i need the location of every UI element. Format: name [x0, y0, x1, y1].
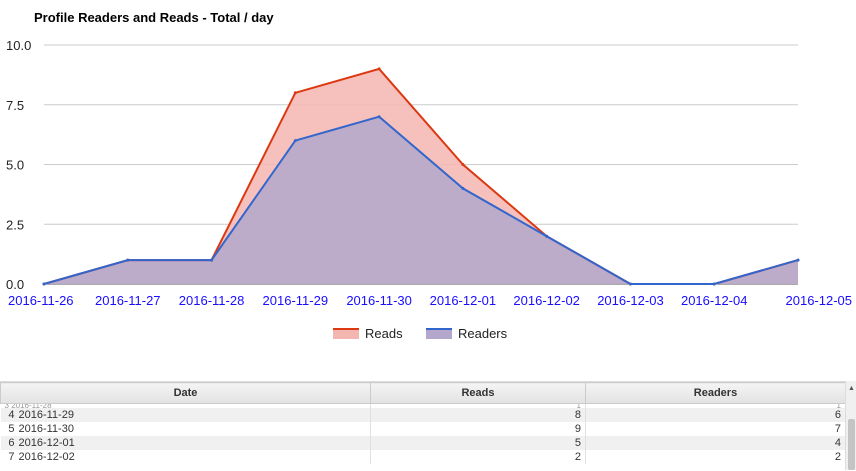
table-cell-readers: 6	[585, 408, 846, 422]
table-cell-reads: 9	[370, 422, 586, 436]
point-readers	[210, 258, 214, 262]
y-tick-label: 5.0	[6, 158, 24, 173]
x-tick-label: 2016-12-05	[786, 293, 853, 308]
legend-swatch-reads	[333, 329, 359, 339]
table-row[interactable]: 7 2016-12-02 2 2	[0, 450, 846, 464]
series-areas	[44, 68, 798, 285]
row-index: 4	[8, 409, 15, 421]
area-chart: 0.02.55.07.510.0 2016-11-26 2016-11-27 201…	[6, 38, 852, 341]
table-row[interactable]: 4 2016-11-29 8 6	[0, 408, 846, 422]
point-readers	[461, 186, 465, 190]
column-header-date[interactable]: Date	[0, 382, 371, 404]
x-tick-label: 2016-11-27	[95, 293, 161, 308]
point-readers	[293, 139, 297, 143]
table-header-row: Date Reads Readers	[0, 382, 846, 404]
x-tick-label: 2016-12-02	[513, 293, 580, 308]
point-reads	[377, 67, 381, 71]
row-index: 7	[8, 451, 15, 463]
row-date: 2016-12-01	[18, 437, 75, 449]
table-cell-reads: 5	[370, 436, 586, 450]
scroll-up-icon[interactable]: ▲	[848, 385, 855, 392]
point-readers	[126, 258, 130, 262]
point-readers	[628, 282, 632, 286]
x-tick-label: 2016-11-30	[346, 293, 412, 308]
table-scrollbar[interactable]: ▲	[845, 381, 856, 470]
data-table-container[interactable]: Date Reads Readers 3 2016-11-28 1 1 4 201…	[0, 381, 856, 471]
column-header-reads[interactable]: Reads	[370, 382, 586, 404]
x-tick-label: 2016-12-01	[430, 293, 497, 308]
row-date: 2016-11-30	[18, 423, 74, 435]
table-cell-date: 5 2016-11-30	[0, 422, 371, 436]
table-cell-date: 6 2016-12-01	[0, 436, 371, 450]
point-readers	[545, 234, 549, 238]
point-readers	[796, 258, 800, 262]
y-tick-label: 0.0	[6, 277, 24, 292]
row-date: 2016-12-02	[18, 451, 75, 463]
legend-label: Readers	[458, 326, 508, 341]
table-cell-date: 4 2016-11-29	[0, 408, 371, 422]
x-tick-label: 2016-12-03	[597, 293, 664, 308]
data-table: Date Reads Readers 3 2016-11-28 1 1 4 201…	[0, 382, 846, 464]
x-tick-label: 2016-11-28	[179, 293, 245, 308]
point-readers	[712, 282, 716, 286]
row-date: 2016-11-29	[18, 409, 74, 421]
row-index: 6	[8, 437, 15, 449]
x-axis-ticks: 2016-11-26 2016-11-27 2016-11-28 2016-11-29…	[8, 293, 852, 308]
table-cell-reads: 2	[370, 450, 586, 464]
x-tick-label: 2016-12-04	[681, 293, 748, 308]
y-tick-label: 2.5	[6, 217, 24, 232]
row-index: 5	[8, 423, 15, 435]
point-readers	[377, 115, 381, 119]
table-row[interactable]: 5 2016-11-30 9 7	[0, 422, 846, 436]
table-cell-readers: 2	[585, 450, 846, 464]
x-tick-label: 2016-11-29	[263, 293, 329, 308]
point-reads	[461, 163, 465, 166]
table-cell-readers: 7	[585, 422, 846, 436]
x-tick-label: 2016-11-26	[8, 293, 74, 308]
table-cell-date: 7 2016-12-02	[0, 450, 371, 464]
table-cell-reads: 8	[370, 408, 586, 422]
y-tick-label: 10.0	[6, 38, 31, 53]
point-readers	[42, 282, 46, 286]
legend-swatch-readers	[426, 329, 452, 339]
y-axis-ticks: 0.0 2.5 5.0 7.5 10.0	[6, 38, 31, 292]
scrollbar-thumb[interactable]	[848, 419, 855, 470]
legend-label: Reads	[365, 326, 403, 341]
column-header-readers[interactable]: Readers	[585, 382, 846, 404]
table-cell-readers: 4	[585, 436, 846, 450]
table-row[interactable]: 6 2016-12-01 5 4	[0, 436, 846, 450]
table-body: 3 2016-11-28 1 1 4 2016-11-29 8 6 5 2016-11-3…	[0, 403, 846, 464]
legend: Reads Readers	[333, 326, 508, 341]
point-reads	[293, 91, 297, 95]
y-tick-label: 7.5	[6, 98, 24, 113]
